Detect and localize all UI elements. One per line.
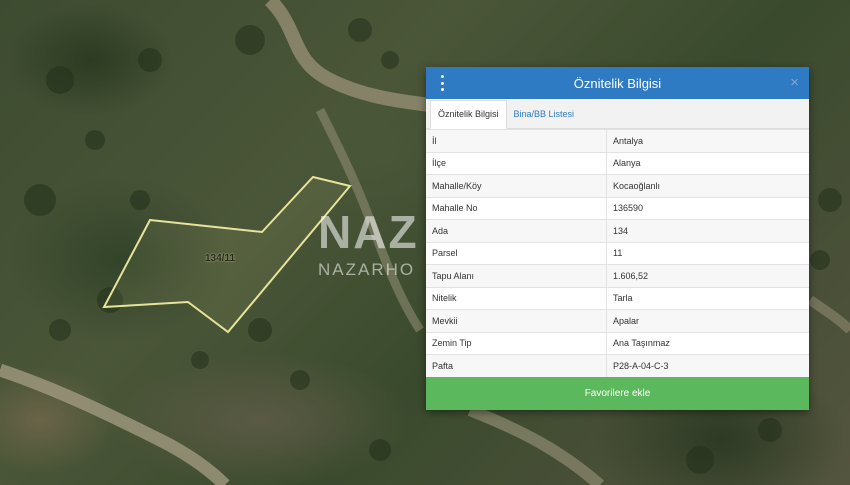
- attribute-value: Apalar: [606, 309, 809, 332]
- attribute-value: 136590: [606, 196, 809, 220]
- table-row: Mahalle/Köy Kocaoğlanlı: [426, 174, 809, 197]
- attribute-key: İl: [426, 129, 607, 152]
- attribute-table: İl Antalya İlçe Alanya Mahalle/Köy Kocaoğla…: [426, 129, 809, 377]
- attribute-value: Ana Taşınmaz: [606, 331, 809, 355]
- table-row: Nitelik Tarla: [426, 286, 809, 310]
- tab-attribute-info[interactable]: Öznitelik Bilgisi: [430, 100, 507, 129]
- attribute-key: Nitelik: [426, 286, 607, 310]
- road-track: [0, 363, 230, 485]
- attribute-value: P28-A-04-C-3: [606, 354, 809, 377]
- road-track: [264, 0, 431, 112]
- attribute-key: Tapu Alanı: [426, 264, 607, 287]
- close-icon[interactable]: ×: [790, 75, 799, 91]
- table-row: Zemin Tip Ana Taşınmaz: [426, 331, 809, 355]
- panel-tabs: Öznitelik Bilgisi Bina/BB Listesi: [426, 99, 809, 129]
- table-row: Parsel 11: [426, 241, 809, 265]
- attribute-key: Zemin Tip: [426, 331, 607, 355]
- panel-title: Öznitelik Bilgisi: [573, 75, 662, 91]
- parcel-label: 134/11: [205, 253, 236, 264]
- add-to-favorites-button[interactable]: Favorilere ekle: [426, 376, 809, 410]
- attribute-value: 1.606,52: [606, 264, 809, 287]
- attribute-key: Pafta: [426, 354, 607, 377]
- tab-building-list[interactable]: Bina/BB Listesi: [507, 101, 582, 128]
- table-row: Mahalle No 136590: [426, 196, 809, 220]
- attribute-value: 134: [606, 219, 809, 242]
- table-row: İl Antalya: [426, 129, 809, 152]
- table-row: İlçe Alanya: [426, 151, 809, 175]
- attribute-key: Mahalle/Köy: [426, 174, 607, 197]
- attribute-key: Mevkii: [426, 309, 607, 332]
- attribute-value: Kocaoğlanlı: [606, 174, 809, 197]
- table-row: Mevkii Apalar: [426, 309, 809, 332]
- attribute-value: Antalya: [606, 129, 809, 152]
- attribute-value: Tarla: [606, 286, 809, 310]
- table-row: Tapu Alanı 1.606,52: [426, 264, 809, 287]
- road-track: [807, 295, 850, 334]
- attribute-value: Alanya: [606, 151, 809, 175]
- attribute-key: Parsel: [426, 241, 607, 265]
- table-row: Ada 134: [426, 219, 809, 242]
- road-track: [467, 404, 604, 485]
- table-row: Pafta P28-A-04-C-3: [426, 354, 809, 377]
- attribute-key: Ada: [426, 219, 607, 242]
- attribute-value: 11: [606, 241, 809, 265]
- panel-header: Öznitelik Bilgisi ×: [426, 67, 809, 99]
- attribute-panel: Öznitelik Bilgisi × Öznitelik Bilgisi Bi…: [426, 67, 809, 410]
- attribute-key: Mahalle No: [426, 196, 607, 220]
- road-track: [315, 107, 424, 333]
- kebab-menu-icon[interactable]: [438, 75, 446, 91]
- attribute-key: İlçe: [426, 151, 607, 175]
